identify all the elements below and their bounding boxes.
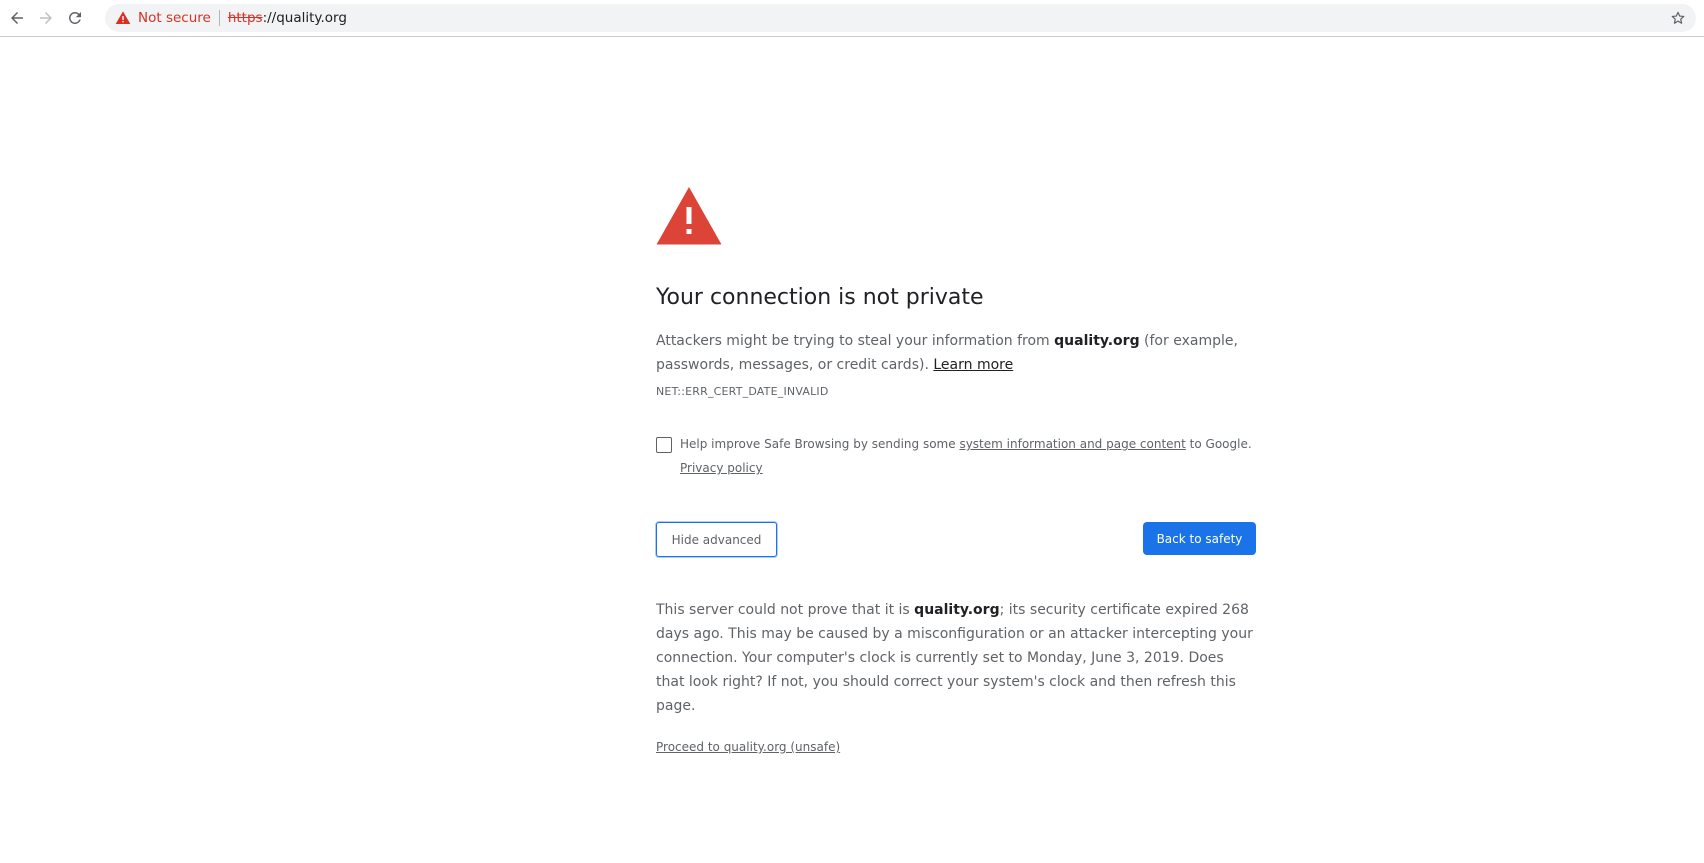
reload-icon bbox=[68, 11, 81, 24]
error-code: NET::ERR_CERT_DATE_INVALID bbox=[656, 385, 829, 398]
privacy-policy-link[interactable]: Privacy policy bbox=[680, 461, 763, 475]
back-to-safety-button[interactable]: Back to safety bbox=[1143, 522, 1256, 555]
address-separator bbox=[218, 10, 220, 26]
page-title: Your connection is not private bbox=[656, 285, 984, 310]
url-scheme: https bbox=[227, 10, 263, 26]
star-icon bbox=[1671, 11, 1685, 24]
not-secure-label: Not secure bbox=[138, 10, 211, 26]
safe-browsing-part1: Help improve Safe Browsing by sending so… bbox=[680, 437, 960, 451]
safe-browsing-row: Help improve Safe Browsing by sending so… bbox=[656, 435, 1256, 480]
url-host: ://quality.org bbox=[262, 10, 347, 26]
explanation-text: Attackers might be trying to steal your … bbox=[656, 329, 1256, 377]
forward-button[interactable] bbox=[33, 5, 59, 31]
proceed-row: Proceed to quality.org (unsafe) bbox=[656, 737, 1256, 757]
button-row: Hide advanced Back to safety bbox=[656, 522, 1256, 558]
security-chip[interactable]: Not secure bbox=[105, 4, 219, 32]
safe-browsing-checkbox[interactable] bbox=[656, 437, 672, 453]
arrow-right-icon bbox=[40, 12, 52, 24]
browser-toolbar: Not secure https://quality.org bbox=[0, 0, 1704, 37]
details-domain: quality.org bbox=[914, 602, 1000, 618]
address-bar[interactable]: Not secure https://quality.org bbox=[105, 4, 1696, 32]
safe-browsing-part2: to Google. bbox=[1185, 437, 1252, 451]
hide-advanced-button[interactable]: Hide advanced bbox=[656, 522, 777, 557]
reload-button[interactable] bbox=[62, 5, 88, 31]
learn-more-link[interactable]: Learn more bbox=[933, 357, 1013, 373]
details-part1: This server could not prove that it is bbox=[656, 602, 915, 618]
details-part2: ; its security certificate expired 268 d… bbox=[656, 602, 1253, 714]
system-info-link[interactable]: system information and page content bbox=[959, 437, 1185, 451]
details-text: This server could not prove that it is q… bbox=[656, 598, 1256, 718]
url-text[interactable]: https://quality.org bbox=[228, 10, 347, 26]
arrow-left-icon bbox=[11, 12, 23, 24]
back-button[interactable] bbox=[4, 5, 30, 31]
warning-triangle-icon bbox=[115, 11, 131, 24]
bookmark-button[interactable] bbox=[1668, 8, 1688, 28]
interstitial-main: Your connection is not private Attackers… bbox=[656, 186, 1256, 757]
explanation-part1: Attackers might be trying to steal your … bbox=[656, 333, 1055, 349]
explanation-domain: quality.org bbox=[1054, 333, 1140, 349]
proceed-unsafe-link[interactable]: Proceed to quality.org (unsafe) bbox=[656, 740, 840, 754]
safe-browsing-text: Help improve Safe Browsing by sending so… bbox=[680, 432, 1252, 480]
warning-triangle-icon bbox=[656, 187, 722, 245]
